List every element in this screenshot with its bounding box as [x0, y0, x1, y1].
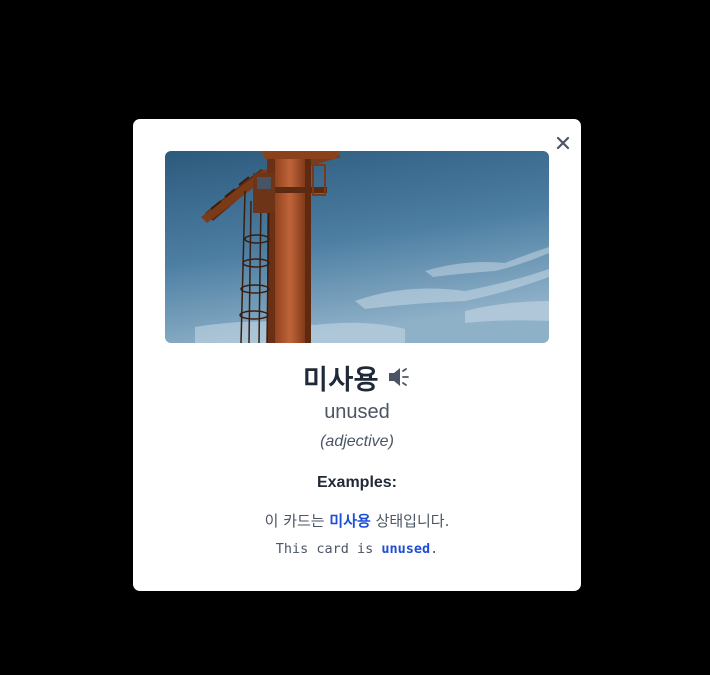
word-image: [165, 151, 549, 343]
example-en-highlight: unused: [381, 541, 431, 557]
part-of-speech: (adjective): [320, 433, 394, 450]
pronounce-button[interactable]: [387, 365, 411, 389]
example-sentence-korean: 이 카드는 미사용 상태입니다.: [133, 510, 581, 531]
example-ko-highlight: 미사용: [329, 512, 371, 530]
example-ko-before: 이 카드는: [264, 512, 330, 530]
flashcard-modal: 미사용 unused (adjective) Examples: 이 카드는 미…: [133, 119, 581, 591]
example-sentence-english: This card is unused.: [133, 541, 581, 557]
example-en-after: .: [430, 541, 439, 557]
close-icon: [556, 136, 570, 150]
close-button[interactable]: [553, 133, 573, 153]
korean-word: 미사용: [302, 364, 380, 396]
examples-heading: Examples:: [316, 474, 398, 491]
example-en-before: This card is: [275, 541, 382, 557]
speaker-icon: [389, 368, 409, 386]
english-translation: unused: [324, 401, 390, 423]
word-row: 미사용: [133, 357, 581, 397]
example-ko-after: 상태입니다.: [370, 512, 450, 530]
